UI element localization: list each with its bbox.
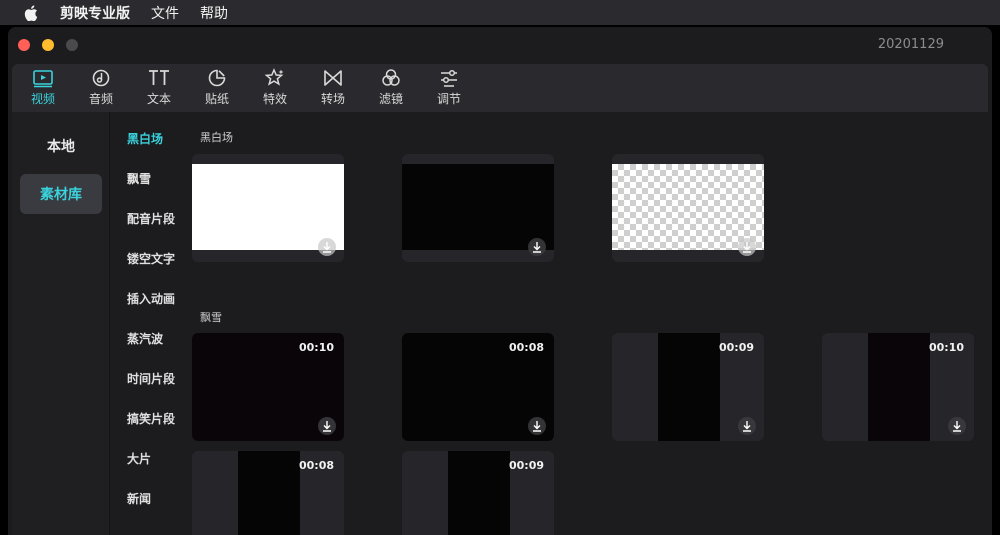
material-grid: 黑白场 飘雪 00:10 00:08 00:09 00:10 00:08 00:…	[190, 112, 992, 535]
category-insert-animation[interactable]: 插入动画	[127, 290, 175, 307]
tab-audio-label: 音频	[88, 92, 113, 106]
thumbnail-transparent	[612, 164, 764, 250]
adjust-icon	[441, 69, 457, 87]
audio-icon	[92, 69, 110, 87]
download-icon[interactable]	[738, 417, 756, 435]
material-card-transparent[interactable]	[612, 154, 764, 262]
material-card-snow-6[interactable]: 00:09	[402, 451, 554, 535]
minimize-window-button[interactable]	[42, 39, 54, 51]
menu-help[interactable]: 帮助	[200, 3, 228, 23]
transition-icon	[324, 70, 342, 86]
menubar: 剪映专业版 文件 帮助	[0, 0, 1000, 25]
material-card-snow-1[interactable]: 00:10	[192, 333, 344, 441]
tab-adjust[interactable]: 调节	[424, 68, 474, 107]
material-card-snow-4[interactable]: 00:10	[822, 333, 974, 441]
thumbnail-white	[192, 164, 344, 250]
media-toolbar: 视频 音频 文本 贴纸 特效 转场 滤镜 调节	[12, 64, 988, 112]
category-time-clips[interactable]: 时间片段	[127, 370, 175, 387]
category-blockbuster[interactable]: 大片	[127, 450, 151, 467]
thumbnail-snow	[448, 451, 510, 535]
filter-icon	[382, 69, 400, 86]
thumbnail-snow	[868, 333, 930, 441]
duration-label: 00:10	[928, 341, 964, 354]
title-bar: 20201129	[8, 27, 992, 63]
text-icon	[149, 70, 169, 85]
section-title-black-white: 黑白场	[200, 131, 233, 144]
thumbnail-black	[402, 164, 554, 250]
source-nav: 本地 素材库	[12, 112, 110, 535]
download-icon[interactable]	[528, 417, 546, 435]
window-title: 20201129	[877, 37, 944, 52]
sticker-icon	[208, 69, 226, 87]
download-icon[interactable]	[738, 238, 756, 256]
material-card-white[interactable]	[192, 154, 344, 262]
tab-adjust-label: 调节	[436, 92, 461, 106]
tab-effects-label: 特效	[262, 92, 287, 106]
category-snow[interactable]: 飘雪	[127, 170, 151, 187]
tab-effects[interactable]: 特效	[250, 68, 300, 107]
effects-icon	[264, 68, 284, 86]
category-vaporwave[interactable]: 蒸汽波	[127, 330, 163, 347]
category-black-white[interactable]: 黑白场	[127, 130, 163, 147]
material-card-snow-5[interactable]: 00:08	[192, 451, 344, 535]
video-icon	[33, 70, 53, 88]
category-news[interactable]: 新闻	[127, 490, 151, 507]
section-title-snow: 飘雪	[200, 311, 222, 324]
tab-transition-label: 转场	[320, 92, 345, 106]
tab-video-label: 视频	[30, 92, 55, 106]
category-list: 黑白场 飘雪 配音片段 镂空文字 插入动画 蒸汽波 时间片段 搞笑片段 大片 新…	[111, 112, 189, 535]
nav-item-library[interactable]: 素材库	[20, 174, 102, 214]
tab-text-label: 文本	[146, 92, 171, 106]
zoom-window-button[interactable]	[66, 39, 78, 51]
material-card-snow-3[interactable]: 00:09	[612, 333, 764, 441]
duration-label: 00:08	[508, 341, 544, 354]
tab-filter-label: 滤镜	[378, 92, 403, 106]
tab-filter[interactable]: 滤镜	[366, 68, 416, 107]
nav-item-local[interactable]: 本地	[20, 126, 102, 166]
category-dubbing-clips[interactable]: 配音片段	[127, 210, 175, 227]
material-card-black[interactable]	[402, 154, 554, 262]
download-icon[interactable]	[948, 417, 966, 435]
app-window: 20201129 视频 音频 文本 贴纸 特效 转场 滤镜 调节 本地 素材库 …	[8, 27, 992, 535]
close-window-button[interactable]	[18, 39, 30, 51]
download-icon[interactable]	[318, 238, 336, 256]
duration-label: 00:09	[718, 341, 754, 354]
tab-video[interactable]: 视频	[18, 68, 68, 107]
download-icon[interactable]	[318, 417, 336, 435]
menu-file[interactable]: 文件	[151, 3, 179, 23]
tab-text[interactable]: 文本	[134, 68, 184, 107]
duration-label: 00:09	[508, 459, 544, 472]
menu-app-name[interactable]: 剪映专业版	[60, 3, 130, 23]
tab-sticker[interactable]: 贴纸	[192, 68, 242, 107]
thumbnail-snow	[658, 333, 720, 441]
tab-sticker-label: 贴纸	[204, 92, 229, 106]
download-icon[interactable]	[528, 238, 546, 256]
apple-icon[interactable]	[24, 4, 38, 21]
thumbnail-snow	[238, 451, 300, 535]
material-card-snow-2[interactable]: 00:08	[402, 333, 554, 441]
duration-label: 00:10	[298, 341, 334, 354]
category-hollow-text[interactable]: 镂空文字	[127, 250, 175, 267]
category-funny-clips[interactable]: 搞笑片段	[127, 410, 175, 427]
tab-transition[interactable]: 转场	[308, 68, 358, 107]
tab-audio[interactable]: 音频	[76, 68, 126, 107]
duration-label: 00:08	[298, 459, 334, 472]
